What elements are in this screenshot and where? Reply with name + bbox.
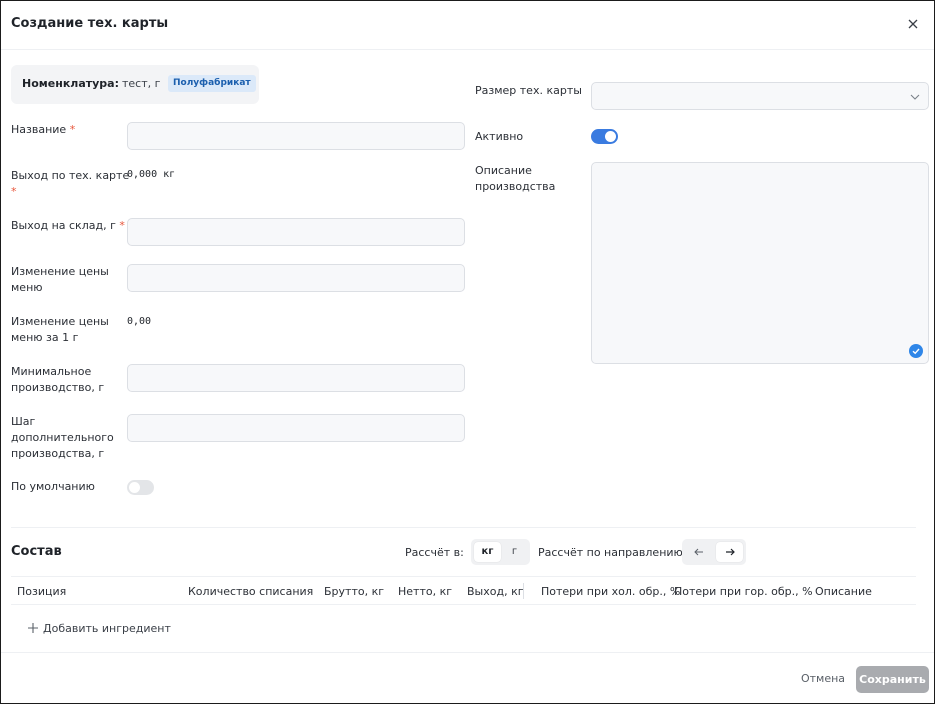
nomenclature-label: Номенклатура: [22, 77, 120, 90]
arrow-right-icon [725, 548, 735, 556]
nomenclature-value: тест, г [122, 77, 161, 90]
column-resize-handle[interactable] [523, 583, 524, 599]
semi-product-badge: Полуфабрикат [168, 75, 256, 92]
default-label: По умолчанию [11, 480, 95, 493]
column-header-hot-loss: Потери при гор. обр., % [674, 585, 813, 598]
required-mark: * [69, 123, 76, 136]
calc-in-label: Рассчёт в: [405, 546, 464, 559]
yield-card-label: Выход по тех. карте * [11, 169, 130, 198]
save-button[interactable]: Сохранить [856, 666, 929, 693]
extra-step-input-box [127, 414, 465, 442]
calc-direction-backward[interactable] [685, 542, 713, 562]
column-header-description: Описание [815, 585, 872, 598]
create-tech-card-dialog: Создание тех. карты Номенклатура: тест, … [0, 0, 935, 704]
calc-in-g-option[interactable]: г [502, 542, 527, 562]
menu-price-change-per-g-label: Изменение цены меню за 1 г [11, 315, 109, 344]
min-production-input-box [127, 364, 465, 392]
table-header-divider [11, 604, 916, 605]
calc-in-segmented: кг г [471, 539, 530, 565]
extra-step-label: Шаг дополнительного производства, г [11, 415, 114, 460]
description-textarea[interactable] [592, 163, 928, 363]
composition-title: Состав [11, 544, 62, 559]
menu-price-change-label: Изменение цены меню [11, 265, 109, 294]
active-toggle[interactable] [591, 129, 618, 144]
nomenclature-card: Номенклатура: тест, г Полуфабрикат [11, 65, 259, 104]
add-ingredient-label: Добавить ингредиент [43, 621, 171, 635]
calc-direction-forward[interactable] [716, 542, 743, 562]
min-production-label: Минимальное производство, г [11, 365, 105, 394]
toggle-knob [605, 131, 616, 142]
add-ingredient-button[interactable]: Добавить ингредиент [27, 620, 171, 636]
calc-in-kg-option[interactable]: кг [474, 542, 501, 562]
yield-storage-label: Выход на склад, г * [11, 219, 125, 232]
column-header-position: Позиция [17, 585, 67, 598]
required-mark: * [11, 185, 17, 198]
column-header-writeoff-qty: Количество списания [188, 585, 314, 598]
menu-price-change-input[interactable] [128, 265, 464, 291]
table-top-divider [11, 576, 916, 577]
section-divider [11, 527, 916, 528]
yield-card-value: 0,000 кг [127, 169, 176, 180]
chevron-down-icon [910, 94, 920, 100]
menu-price-change-input-box [127, 264, 465, 292]
name-input-box [127, 122, 465, 150]
column-header-cold-loss: Потери при хол. обр., % [541, 585, 681, 598]
menu-price-change-per-g-value: 0,00 [127, 316, 152, 327]
active-label: Активно [475, 130, 524, 143]
min-production-input[interactable] [128, 365, 464, 391]
plus-icon [28, 623, 38, 633]
toggle-knob [129, 482, 140, 493]
column-header-gross: Брутто, кг [324, 585, 385, 598]
card-size-label: Размер тех. карты [475, 84, 582, 97]
yield-storage-input-box [127, 218, 465, 246]
description-label: Описание производства [475, 164, 556, 193]
dialog-header: Создание тех. карты [1, 1, 934, 50]
name-input[interactable] [128, 123, 464, 149]
cancel-button[interactable]: Отмена [797, 668, 849, 690]
dialog-title: Создание тех. карты [11, 16, 169, 31]
column-header-net: Нетто, кг [398, 585, 453, 598]
arrow-left-icon [694, 548, 703, 556]
required-mark: * [119, 219, 125, 232]
column-header-output: Выход, кг [467, 585, 524, 598]
calc-direction-segmented [682, 539, 746, 565]
name-label: Название * [11, 123, 76, 136]
calc-dir-label: Рассчёт по направлению: [538, 546, 687, 559]
close-icon[interactable] [906, 17, 920, 31]
check-icon [909, 344, 923, 358]
yield-storage-input[interactable] [128, 219, 464, 245]
default-toggle[interactable] [127, 480, 154, 495]
footer-divider [1, 652, 934, 653]
description-textarea-box [591, 162, 929, 364]
extra-step-input[interactable] [128, 415, 464, 441]
card-size-select[interactable] [591, 82, 929, 110]
